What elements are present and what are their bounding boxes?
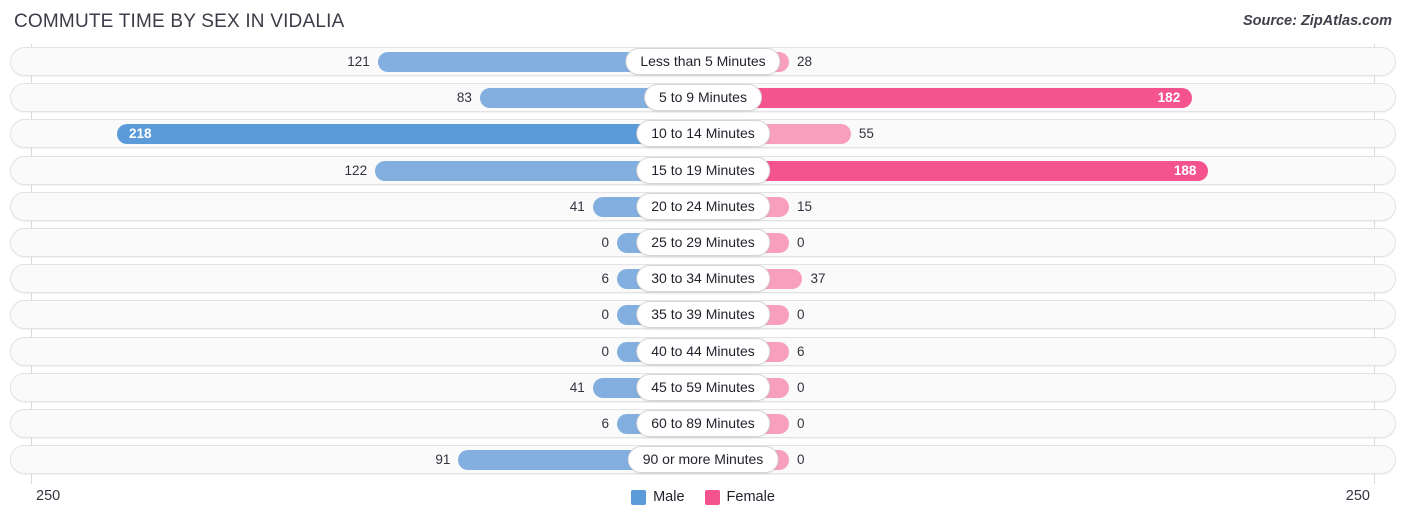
chart-row: 218 55 10 to 14 Minutes xyxy=(0,116,1406,152)
chart-row: 91 0 90 or more Minutes xyxy=(0,442,1406,478)
legend-item-female[interactable]: Female xyxy=(704,489,775,505)
source-attribution: Source: ZipAtlas.com xyxy=(1242,13,1392,29)
bar-female xyxy=(703,88,1193,109)
legend-item-male[interactable]: Male xyxy=(631,489,685,505)
value-label-male: 122 xyxy=(344,162,368,178)
legend-label: Male xyxy=(653,489,685,505)
value-label-male: 91 xyxy=(435,452,451,468)
category-label: 15 to 19 Minutes xyxy=(636,156,770,184)
legend-swatch-icon xyxy=(631,489,647,505)
legend-label: Female xyxy=(726,489,775,505)
value-label-male: 83 xyxy=(456,90,472,106)
chart-row: 0 0 35 to 39 Minutes xyxy=(0,297,1406,333)
legend-swatch-icon xyxy=(704,489,720,505)
value-label-female: 0 xyxy=(797,234,805,250)
category-label: 35 to 39 Minutes xyxy=(636,301,770,329)
chart-row: 41 0 45 to 59 Minutes xyxy=(0,370,1406,406)
value-label-male: 41 xyxy=(569,379,585,395)
value-label-female: 188 xyxy=(1173,162,1197,178)
value-label-male: 41 xyxy=(569,198,585,214)
chart-row: 122 188 15 to 19 Minutes xyxy=(0,153,1406,189)
category-label: 10 to 14 Minutes xyxy=(636,120,770,148)
value-label-female: 55 xyxy=(858,126,874,142)
category-label: 25 to 29 Minutes xyxy=(636,228,770,256)
value-label-female: 182 xyxy=(1157,90,1181,106)
category-label: 5 to 9 Minutes xyxy=(644,84,762,112)
chart-row: 0 0 25 to 29 Minutes xyxy=(0,225,1406,261)
category-label: 45 to 59 Minutes xyxy=(636,373,770,401)
value-label-female: 0 xyxy=(797,415,805,431)
value-label-male: 6 xyxy=(601,271,609,287)
value-label-male: 121 xyxy=(347,54,370,69)
category-label: Less than 5 Minutes xyxy=(625,48,781,75)
value-label-female: 6 xyxy=(797,343,805,359)
value-label-male: 0 xyxy=(601,234,609,250)
value-label-female: 0 xyxy=(797,307,805,323)
chart-row: 83 182 5 to 9 Minutes xyxy=(0,80,1406,116)
bar-male xyxy=(117,124,703,145)
chart-footer: 250 250 Male Female xyxy=(0,484,1406,522)
value-label-male: 6 xyxy=(601,415,609,431)
value-label-female: 15 xyxy=(797,198,813,214)
chart-legend: Male Female xyxy=(0,489,1406,505)
value-label-male: 218 xyxy=(129,126,152,142)
chart-row: 121 28 Less than 5 Minutes xyxy=(0,44,1406,80)
plot-area: 121 28 Less than 5 Minutes 83 182 5 to 9 Minu… xyxy=(0,44,1406,484)
value-label-female: 37 xyxy=(810,271,826,287)
value-label-female: 0 xyxy=(797,379,805,395)
chart-row: 0 6 40 to 44 Minutes xyxy=(0,334,1406,370)
category-label: 90 or more Minutes xyxy=(627,446,779,474)
category-label: 30 to 34 Minutes xyxy=(636,265,770,293)
bar-rows: 121 28 Less than 5 Minutes 83 182 5 to 9 Minu… xyxy=(0,44,1406,478)
value-label-female: 0 xyxy=(797,452,805,468)
chart-row: 6 37 30 to 34 Minutes xyxy=(0,261,1406,297)
category-label: 60 to 89 Minutes xyxy=(636,409,770,437)
value-label-male: 0 xyxy=(601,343,609,359)
chart-header: COMMUTE TIME BY SEX IN VIDALIA Source: Z… xyxy=(0,0,1406,44)
chart-row: 6 0 60 to 89 Minutes xyxy=(0,406,1406,442)
chart-row: 41 15 20 to 24 Minutes xyxy=(0,189,1406,225)
category-label: 40 to 44 Minutes xyxy=(636,337,770,365)
commute-time-chart: COMMUTE TIME BY SEX IN VIDALIA Source: Z… xyxy=(0,0,1406,522)
value-label-female: 28 xyxy=(797,54,813,69)
category-label: 20 to 24 Minutes xyxy=(636,192,770,220)
value-label-male: 0 xyxy=(601,307,609,323)
bar-female xyxy=(703,160,1209,181)
page-title: COMMUTE TIME BY SEX IN VIDALIA xyxy=(14,11,345,32)
